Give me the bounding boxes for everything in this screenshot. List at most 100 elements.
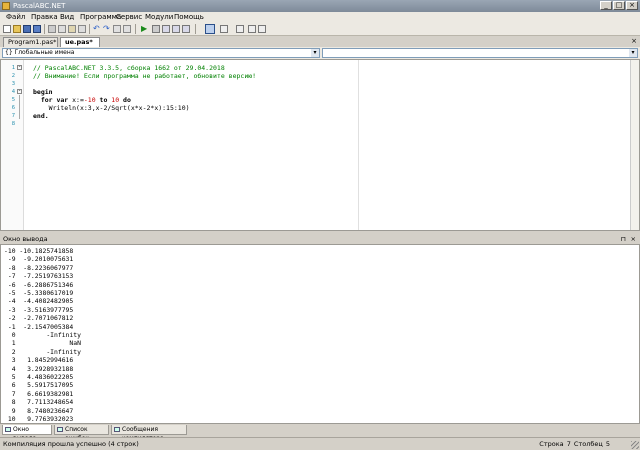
toolbar: ↶ ↷ ▶ [0,22,640,36]
editor-vertical-scrollbar[interactable] [630,60,639,230]
code-line[interactable]: // PascalABC.NET 3.3.5, сборка 1662 от 2… [33,64,225,72]
undo-icon[interactable]: ↶ [93,25,101,33]
chevron-down-icon[interactable]: ▾ [629,49,637,57]
output-line: -1 -2.1547005384 [4,322,74,331]
fold-toggle-icon[interactable]: - [17,89,22,94]
status-bar: Компиляция прошла успешно (4 строк) Стро… [0,437,640,450]
toolbar-separator [195,24,196,34]
global-names-select[interactable]: {} Глобальные имена ▾ [2,48,320,58]
output-panel-header: Окно вывода ⊓ × [0,234,640,244]
window-title: PascalABC.NET [13,2,66,10]
bottom-tab-strip: Окно вывода Список ошибок Сообщения комп… [0,425,640,442]
format-icon[interactable] [113,25,121,33]
output-line: 0 -Infinity [4,331,81,339]
chevron-down-icon[interactable]: ▾ [311,49,319,57]
output-line: 8 7.7113248654 [4,398,74,407]
output-window[interactable]: -10 -10.1825741858 -9 -9.2010075631 -8 -… [0,244,640,424]
code-line[interactable]: Writeln(x:3,x-2/Sqrt(x*x-2*x):15:10) [33,104,190,112]
save-all-icon[interactable] [33,25,41,33]
paste-icon[interactable] [68,25,76,33]
output-line: -7 -7.2519763153 [4,272,74,281]
code-line[interactable]: end. [33,112,49,120]
output-line: -6 -6.2886751346 [4,280,74,289]
tab-compiler-messages[interactable]: Сообщения компилятора [111,425,187,442]
code-token: 10 [111,96,120,104]
code-line[interactable]: // Внимание! Если программа не работает,… [33,72,256,80]
line-number: 3 [11,81,15,87]
member-select[interactable]: ▾ [322,48,638,58]
close-button[interactable]: × [626,1,638,10]
menu-file[interactable]: Файл [6,12,25,22]
save-icon[interactable] [23,25,31,33]
step-over-icon[interactable] [162,25,170,33]
code-token: Writeln(x:3,x-2/Sqrt(x*x-2*x):15:10) [33,104,190,112]
tab-label: Program1.pas* [8,38,57,46]
compiler-messages-icon [114,427,120,432]
code-token: begin [33,88,53,96]
menu-help[interactable]: Помощь [174,12,204,22]
output-line: 7 6.6619382981 [4,389,74,398]
options-icon[interactable] [258,25,266,33]
app-icon [2,2,10,10]
line-number: 7 [11,113,15,119]
code-line[interactable]: begin [33,88,53,96]
cut-icon[interactable] [48,25,56,33]
toolbar-separator [89,24,90,34]
output-line: 3 1.8452994616 [4,356,74,365]
menu-modules[interactable]: Модули [145,12,173,22]
layout-icon[interactable] [220,25,228,33]
line-number-gutter: 1 2 3 4 5 6 7 8 - - [1,60,24,230]
build-icon[interactable] [123,25,131,33]
line-number: 1 [11,65,15,71]
toolbar-separator [44,24,45,34]
tab-program1[interactable]: Program1.pas* [3,37,58,47]
close-tab-icon[interactable]: × [631,37,637,45]
find-icon[interactable] [78,25,86,33]
run-icon[interactable]: ▶ [141,25,149,33]
menu-view[interactable]: Вид [60,12,74,22]
maximize-button[interactable]: □ [613,1,625,10]
designer-icon[interactable] [236,25,244,33]
menu-edit[interactable]: Правка [31,12,58,22]
output-line: -9 -9.2010075631 [4,255,74,264]
fold-toggle-icon[interactable]: - [17,65,22,70]
code-line[interactable]: for var x:=-10 to 10 do [33,96,131,104]
tab-output-window[interactable]: Окно вывода [2,425,52,442]
global-names-value: {} Глобальные имена [5,49,75,56]
menu-bar: Файл Правка Вид Программа Сервис Модули … [0,12,640,22]
close-icon[interactable]: × [631,234,636,244]
line-number: 2 [11,73,15,79]
resize-grip-icon[interactable] [631,441,639,449]
run-to-cursor-icon[interactable] [182,25,190,33]
pin-icon[interactable]: ⊓ [621,234,626,244]
error-list-icon [57,427,63,432]
output-line: -8 -8.2236067977 [4,263,74,272]
toolbar-separator [135,24,136,34]
output-line: 2 -Infinity [4,347,81,356]
new-file-icon[interactable] [3,25,11,33]
output-line: -4 -4.4082482905 [4,297,74,306]
code-token: // PascalABC.NET 3.3.5, сборка 1662 от 2… [33,64,225,72]
stop-icon[interactable] [152,25,160,33]
code-editor[interactable]: 1 2 3 4 5 6 7 8 - - // PascalABC.NET 3.3.5, сборк… [0,59,640,231]
output-line: 4 3.2928932188 [4,364,74,373]
output-line: 6 5.5917517095 [4,381,74,390]
fold-guide-line [19,95,20,119]
step-into-icon[interactable] [172,25,180,33]
minimize-button[interactable]: _ [600,1,612,10]
copy-icon[interactable] [58,25,66,33]
tab-error-list[interactable]: Список ошибок [54,425,109,442]
navigation-bar: {} Глобальные имена ▾ ▾ [0,47,640,59]
output-line: -5 -5.3380617019 [4,289,74,297]
panel-toggle-icon[interactable] [205,24,215,34]
form-icon[interactable] [248,25,256,33]
menu-service[interactable]: Сервис [116,12,142,22]
redo-icon[interactable]: ↷ [103,25,111,33]
line-number: 5 [11,97,15,103]
output-line: 5 4.4836022205 [4,373,74,381]
line-number: 8 [11,121,15,127]
open-file-icon[interactable] [13,25,21,33]
tab-ue[interactable]: ue.pas* [60,37,100,47]
output-icon [5,427,11,432]
